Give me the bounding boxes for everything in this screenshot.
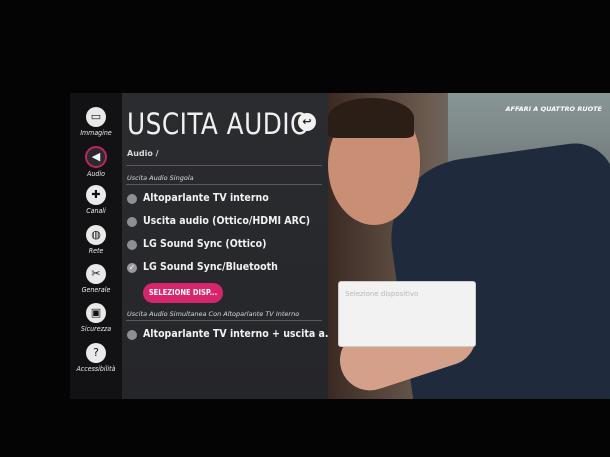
sidebar-item-rete[interactable]: ◍ Rete xyxy=(70,225,122,261)
divider xyxy=(126,320,322,321)
section-label-single: Uscita Audio Singola xyxy=(127,174,194,182)
sidebar-item-label: Rete xyxy=(88,247,104,255)
video-person-hair xyxy=(328,98,414,138)
live-tv-video: AFFARI A QUATTRO RUOTE Selezione disposi… xyxy=(328,93,610,399)
sidebar-item-label: Accessibilità xyxy=(76,365,116,373)
option-tv-speaker-plus-output[interactable]: Altoparlante TV interno + uscita a... xyxy=(127,327,336,343)
audio-output-panel: USCITA AUDIO ↩ Audio / Uscita Audio Sing… xyxy=(122,93,336,399)
general-icon: ✂ xyxy=(86,264,106,284)
sidebar-item-accessibilita[interactable]: ? Accessibilità xyxy=(70,343,122,379)
settings-sidebar: ▭ Immagine ◀ Audio ✚ Canali ◍ Rete ✂ Gen… xyxy=(70,93,122,399)
device-selection-box[interactable]: Selezione dispositivo xyxy=(338,281,476,347)
help-icon: ? xyxy=(86,343,106,363)
sidebar-item-sicurezza[interactable]: ▣ Sicurezza xyxy=(70,303,122,339)
radio-button[interactable] xyxy=(127,217,137,227)
sidebar-item-generale[interactable]: ✂ Generale xyxy=(70,264,122,300)
sidebar-item-canali[interactable]: ✚ Canali xyxy=(70,185,122,221)
lock-icon: ▣ xyxy=(86,303,106,323)
network-icon: ◍ xyxy=(86,225,106,245)
option-label: Altoparlante TV interno + uscita a... xyxy=(143,328,336,340)
radio-button[interactable] xyxy=(127,240,137,250)
sidebar-item-audio[interactable]: ◀ Audio xyxy=(70,146,122,182)
radio-button[interactable] xyxy=(127,194,137,204)
sidebar-item-label: Canali xyxy=(86,207,106,215)
option-tv-speaker[interactable]: Altoparlante TV interno xyxy=(127,191,323,207)
sidebar-item-label: Sicurezza xyxy=(80,325,112,333)
channel-show-title: AFFARI A QUATTRO RUOTE xyxy=(505,105,603,113)
sidebar-item-label: Generale xyxy=(81,286,111,294)
tv-screen: ▭ Immagine ◀ Audio ✚ Canali ◍ Rete ✂ Gen… xyxy=(70,93,610,399)
option-label: LG Sound Sync/Bluetooth xyxy=(143,261,278,273)
channels-icon: ✚ xyxy=(86,185,106,205)
select-device-button[interactable]: SELEZIONE DISP... xyxy=(143,283,223,303)
page-title: USCITA AUDIO xyxy=(127,107,311,141)
radio-button[interactable] xyxy=(127,330,137,340)
tv-frame: ▭ Immagine ◀ Audio ✚ Canali ◍ Rete ✂ Gen… xyxy=(0,0,610,457)
sidebar-item-label: Immagine xyxy=(80,129,112,137)
check-icon[interactable]: ✓ xyxy=(127,263,137,273)
option-lg-sound-sync-bluetooth[interactable]: ✓ LG Sound Sync/Bluetooth xyxy=(127,260,323,276)
breadcrumb: Audio / xyxy=(127,149,159,158)
sidebar-item-label: Audio xyxy=(87,170,105,178)
divider xyxy=(126,184,322,185)
section-label-simultaneous: Uscita Audio Simultanea Con Altoparlante… xyxy=(127,310,300,318)
speaker-icon: ◀ xyxy=(85,146,107,168)
option-label: LG Sound Sync (Ottico) xyxy=(143,238,267,250)
device-selection-placeholder: Selezione dispositivo xyxy=(345,290,419,298)
option-label: Uscita audio (Ottico/HDMI ARC) xyxy=(143,215,311,227)
divider xyxy=(126,165,322,166)
sidebar-item-immagine[interactable]: ▭ Immagine xyxy=(70,107,122,143)
option-lg-sound-sync-optical[interactable]: LG Sound Sync (Ottico) xyxy=(127,237,323,253)
option-label: Altoparlante TV interno xyxy=(143,192,269,204)
back-button[interactable]: ↩ xyxy=(298,113,316,131)
picture-icon: ▭ xyxy=(86,107,106,127)
option-optical-hdmi-arc[interactable]: Uscita audio (Ottico/HDMI ARC) xyxy=(127,214,323,230)
